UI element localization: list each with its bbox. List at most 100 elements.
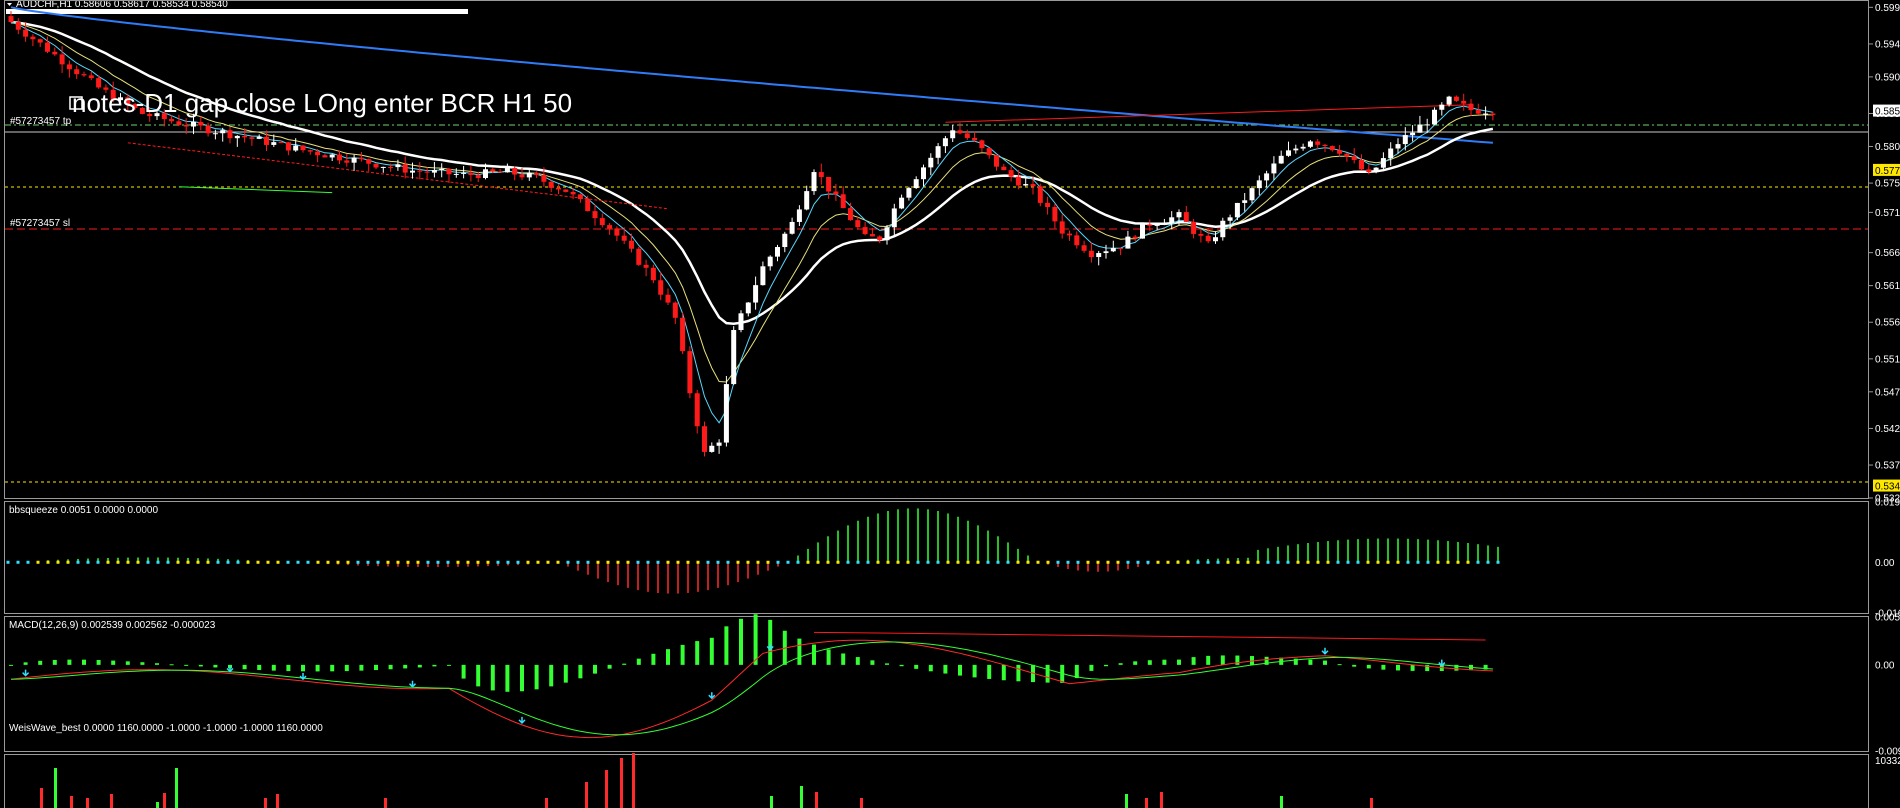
macd-hist-bar	[257, 664, 262, 671]
bbsqueeze-dot	[216, 560, 220, 564]
candle-body	[629, 240, 634, 249]
bbsqueeze-dot	[96, 560, 100, 564]
bbsqueeze-dot	[1026, 560, 1030, 564]
bbsqueeze-dot	[226, 560, 230, 564]
bbsqueeze-dot	[816, 560, 820, 564]
candle-body	[1307, 141, 1313, 147]
bbsqueeze-dot	[446, 560, 450, 564]
candle-body	[504, 168, 510, 173]
candle-body	[563, 189, 569, 192]
y-tick-label: 0.551	[1875, 354, 1900, 365]
candle-body	[1366, 169, 1372, 173]
bbsqueeze-dot	[1186, 560, 1190, 564]
bbsqueeze-dot	[1236, 560, 1240, 564]
macd-hist-bar	[709, 637, 714, 665]
candle-body	[1490, 113, 1496, 115]
candle-body	[1329, 146, 1335, 151]
candle-body	[468, 172, 474, 176]
bbsqueeze-dot	[1316, 560, 1320, 564]
bbsqueeze-dot	[586, 560, 590, 564]
macd-hist-bar	[768, 619, 773, 665]
bbsqueeze-dot	[306, 560, 310, 564]
bbsqueeze-dot	[1196, 560, 1200, 564]
bbsqueeze-dot	[256, 560, 260, 564]
bbsqueeze-dot	[1296, 560, 1300, 564]
candle-body	[1388, 148, 1394, 159]
candle-body	[1395, 144, 1401, 149]
candle-body	[687, 351, 693, 394]
candle-body	[636, 248, 642, 265]
bbsqueeze-dot	[886, 560, 890, 564]
macd-hist-bar	[1410, 664, 1415, 671]
macd-hist-bar	[52, 659, 57, 665]
bbsqueeze-dot	[1406, 560, 1410, 564]
bbsqueeze-dot	[576, 560, 580, 564]
candle-body	[300, 145, 306, 151]
candle-body	[1088, 250, 1094, 258]
candle-body	[621, 235, 627, 241]
bbsqueeze-dot	[496, 560, 500, 564]
bbsqueeze-dot	[1166, 560, 1170, 564]
macd-hist-bar	[1147, 660, 1152, 665]
macd-hist-bar	[286, 664, 291, 672]
bbsqueeze-dot	[476, 560, 480, 564]
bbsqueeze-dot	[206, 560, 210, 564]
y-tick-label: 0.542	[1875, 424, 1900, 435]
macd-hist-bar	[1089, 664, 1094, 671]
macd-hist-bar	[1323, 660, 1327, 665]
bbsqueeze-dot	[326, 560, 330, 564]
candle-body	[30, 36, 36, 40]
bbsqueeze-dot	[426, 560, 430, 564]
macd-hist-bar	[987, 664, 992, 679]
macd-hist-bar	[374, 664, 378, 671]
bbsqueeze-dot	[556, 560, 560, 564]
candle-body	[490, 169, 496, 172]
trading-chart[interactable]: AUDCHF,H1 0.58606 0.58617 0.58534 0.5854…	[0, 0, 1900, 808]
bbsqueeze-dot	[1306, 560, 1310, 564]
candle-body	[789, 221, 795, 234]
weiswave-bar	[620, 758, 623, 808]
candle-body	[753, 285, 759, 303]
y-tick-label: 0.571	[1875, 208, 1900, 219]
candle-body	[417, 170, 423, 172]
bbsqueeze-dot	[1206, 560, 1210, 564]
candle-body	[483, 169, 488, 178]
bbsqueeze-dot	[996, 560, 1000, 564]
candle-body	[1359, 159, 1364, 170]
bbsqueeze-dot	[1156, 560, 1160, 564]
candle-body	[23, 29, 29, 37]
candle-body	[453, 173, 459, 175]
bbsqueeze-y-tick: 0.019	[1875, 498, 1900, 509]
macd-y-tick: 0.005	[1875, 613, 1900, 624]
weiswave-bar	[800, 786, 803, 808]
sl-label: #57273457 sl	[10, 218, 70, 229]
weiswave-bar	[545, 798, 548, 808]
bbsqueeze-dot	[606, 560, 610, 564]
candle-body	[198, 121, 204, 126]
weiswave-bar	[1160, 792, 1163, 808]
macd-hist-bar	[520, 664, 524, 692]
candle-body	[96, 78, 102, 88]
bbsqueeze-dot	[766, 560, 770, 564]
weiswave-bar	[1125, 794, 1128, 808]
candle-body	[220, 130, 226, 134]
y-tick-label: 0.580	[1875, 142, 1900, 153]
candle-body	[66, 64, 72, 70]
candle-body	[906, 188, 912, 198]
candle-body	[1249, 188, 1255, 201]
candle-body	[431, 169, 437, 173]
candle-body	[519, 174, 525, 178]
candle-body	[1140, 224, 1145, 239]
candle-body	[293, 145, 299, 151]
bbsqueeze-dot	[596, 560, 600, 564]
bbsqueeze-dot	[616, 560, 620, 564]
candle-body	[899, 197, 905, 209]
candle-body	[1468, 103, 1474, 111]
candle-body	[891, 208, 897, 228]
bbsqueeze-dot	[536, 560, 540, 564]
candle-body	[840, 194, 846, 209]
weiswave-bar	[770, 796, 773, 808]
bbsqueeze-dot	[1396, 560, 1400, 564]
macd-hist-bar	[96, 660, 101, 665]
chart-header: AUDCHF,H1 0.58606 0.58617 0.58534 0.5854…	[16, 0, 228, 10]
